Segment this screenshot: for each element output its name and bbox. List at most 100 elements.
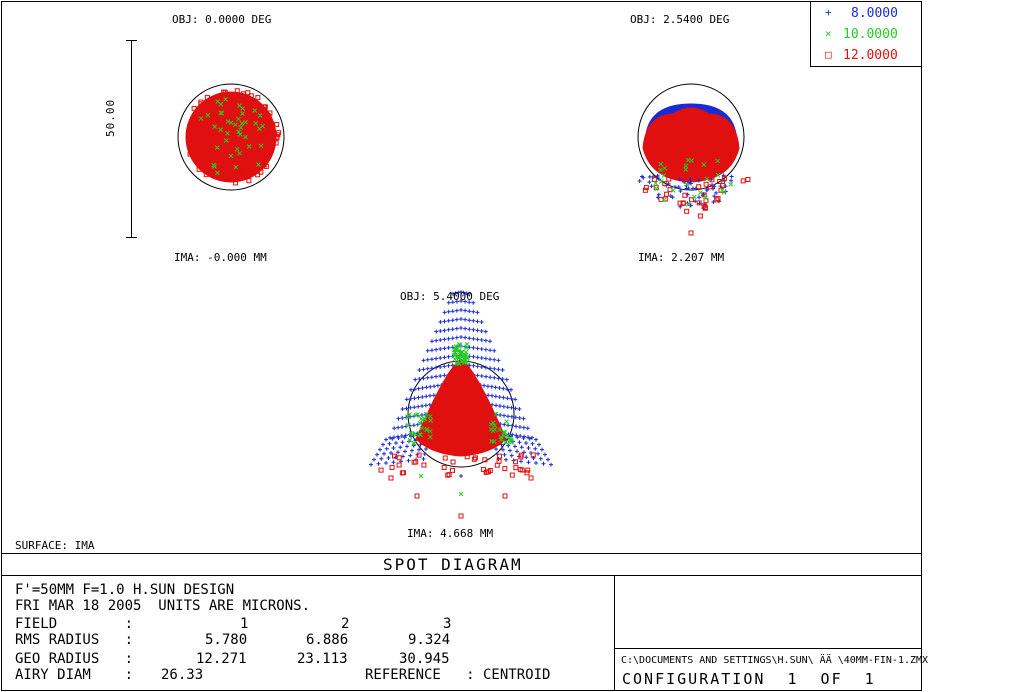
spot-point-field-3 xyxy=(450,459,456,465)
spot-point-field-3 xyxy=(434,329,439,334)
spot-point-field-3 xyxy=(475,373,480,378)
spot-point-field-3 xyxy=(396,462,402,468)
spot-point-field-2 xyxy=(664,191,670,197)
spot-point-field-3 xyxy=(418,473,424,479)
spot-point-field-3 xyxy=(513,444,517,449)
rms-row-label: RMS RADIUS : xyxy=(15,632,134,648)
spot-point-field-3 xyxy=(519,445,524,450)
spot-point-field-3 xyxy=(489,384,494,389)
spot-point-field-3 xyxy=(388,475,394,481)
spot-point-field-3 xyxy=(509,472,515,478)
spot-point-field-2 xyxy=(729,174,734,179)
spot-point-field-2 xyxy=(729,178,734,183)
spot-point-field-3 xyxy=(400,416,405,420)
spot-point-field-3 xyxy=(494,462,500,468)
spot-point-field-3 xyxy=(467,318,472,323)
legend-label-8: 8.0000 xyxy=(851,6,898,21)
spot-point-field-3 xyxy=(386,456,391,460)
spot-point-field-3 xyxy=(442,373,447,378)
spot-point-field-2 xyxy=(697,195,702,200)
spot-point-field-3 xyxy=(509,453,514,458)
spot-point-field-3 xyxy=(422,452,427,456)
spot-point-field-3 xyxy=(442,310,447,315)
spot-point-field-3 xyxy=(421,358,426,363)
spot-point-field-3 xyxy=(514,424,519,429)
spot-point-field-3 xyxy=(425,348,430,353)
spot-point-field-3 xyxy=(479,356,484,360)
spot-point-field-3 xyxy=(434,356,439,361)
spot-point-field-3 xyxy=(488,375,493,380)
spot-point-field-3 xyxy=(403,449,407,454)
spot-point-field-2 xyxy=(720,182,726,188)
airy-value: 26.33 xyxy=(161,667,204,683)
spot-point-field-3 xyxy=(463,326,468,331)
rms-value-3: 9.324 xyxy=(408,632,451,648)
spot-point-field-3 xyxy=(454,335,459,340)
spot-point-field-3 xyxy=(420,404,425,408)
spot-point-field-3 xyxy=(450,327,455,332)
spot-point-field-3 xyxy=(502,466,508,472)
spot-point-field-3 xyxy=(429,375,434,380)
spot-point-field-3 xyxy=(429,366,434,371)
spot-point-field-3 xyxy=(475,364,480,369)
spot-point-field-3 xyxy=(382,451,386,456)
spot-point-field-3 xyxy=(428,384,433,389)
spot-point-field-3 xyxy=(416,386,421,391)
spot-point-field-3 xyxy=(533,446,538,451)
spot-point-field-3 xyxy=(489,393,494,398)
spot-point-field-3 xyxy=(475,319,480,324)
spot-point-field-3 xyxy=(475,355,480,360)
info-line-1: F'=50MM F=1.0 H.SUN DESIGN xyxy=(15,582,235,598)
spot-point-field-3 xyxy=(398,445,403,450)
spot-point-field-3 xyxy=(482,383,487,388)
spot-point-field-3 xyxy=(502,413,507,418)
spot-point-field-3 xyxy=(510,423,515,428)
spot-point-field-3 xyxy=(471,318,476,323)
spot-point-field-3 xyxy=(423,403,428,408)
geo-value-2: 23.113 xyxy=(297,651,348,667)
spot-point-field-3 xyxy=(392,426,397,431)
spot-point-field-3 xyxy=(530,441,535,446)
spot-point-field-3 xyxy=(549,462,553,467)
spot-point-field-3 xyxy=(488,348,493,353)
spot-point-field-3 xyxy=(524,455,529,460)
spot-point-field-3 xyxy=(483,356,488,361)
spot-point-field-3 xyxy=(446,327,451,332)
spot-point-field-3 xyxy=(421,376,426,381)
spot-point-field-3 xyxy=(421,367,426,372)
spot-point-field-3 xyxy=(369,462,373,467)
spot-point-field-2 xyxy=(647,180,652,185)
spot-point-field-3 xyxy=(378,447,382,452)
spot-point-field-3 xyxy=(412,396,417,401)
spot-point-field-3 xyxy=(483,374,488,379)
spot-point-field-3 xyxy=(411,423,416,428)
spot-point-field-2 xyxy=(637,179,642,184)
spot-point-field-3 xyxy=(515,449,519,454)
field-3-obj-label: OBJ: 5.4000 DEG xyxy=(400,290,500,303)
spot-point-field-3 xyxy=(505,405,510,410)
spot-point-field-3 xyxy=(479,320,484,324)
spot-point-field-3 xyxy=(459,474,463,478)
spot-point-field-3 xyxy=(417,377,422,381)
field-3-ima-label: IMA: 4.668 MM xyxy=(407,527,494,540)
spot-point-field-3 xyxy=(500,377,505,381)
spot-point-field-3 xyxy=(475,310,480,315)
field-value-3: 3 xyxy=(443,616,452,632)
spot-point-field-3 xyxy=(509,414,514,419)
spot-point-field-3 xyxy=(408,396,413,401)
spot-point-field-3 xyxy=(497,386,502,390)
spot-point-field-3 xyxy=(459,326,463,330)
spot-point-field-3 xyxy=(434,338,439,343)
spot-point-field-3 xyxy=(420,386,425,390)
spot-point-field-3 xyxy=(492,348,497,353)
spot-point-field-3 xyxy=(479,338,484,342)
spot-field-3-core xyxy=(415,358,507,457)
spot-point-field-3 xyxy=(496,367,501,372)
spot-point-field-3 xyxy=(454,308,459,313)
spot-point-field-3 xyxy=(400,425,405,429)
surface-label: SURFACE: IMA xyxy=(15,539,95,552)
spot-point-field-3 xyxy=(513,465,519,471)
spot-point-field-3 xyxy=(446,363,451,368)
spot-point-field-3 xyxy=(483,329,488,334)
spot-point-field-2 xyxy=(684,208,690,214)
